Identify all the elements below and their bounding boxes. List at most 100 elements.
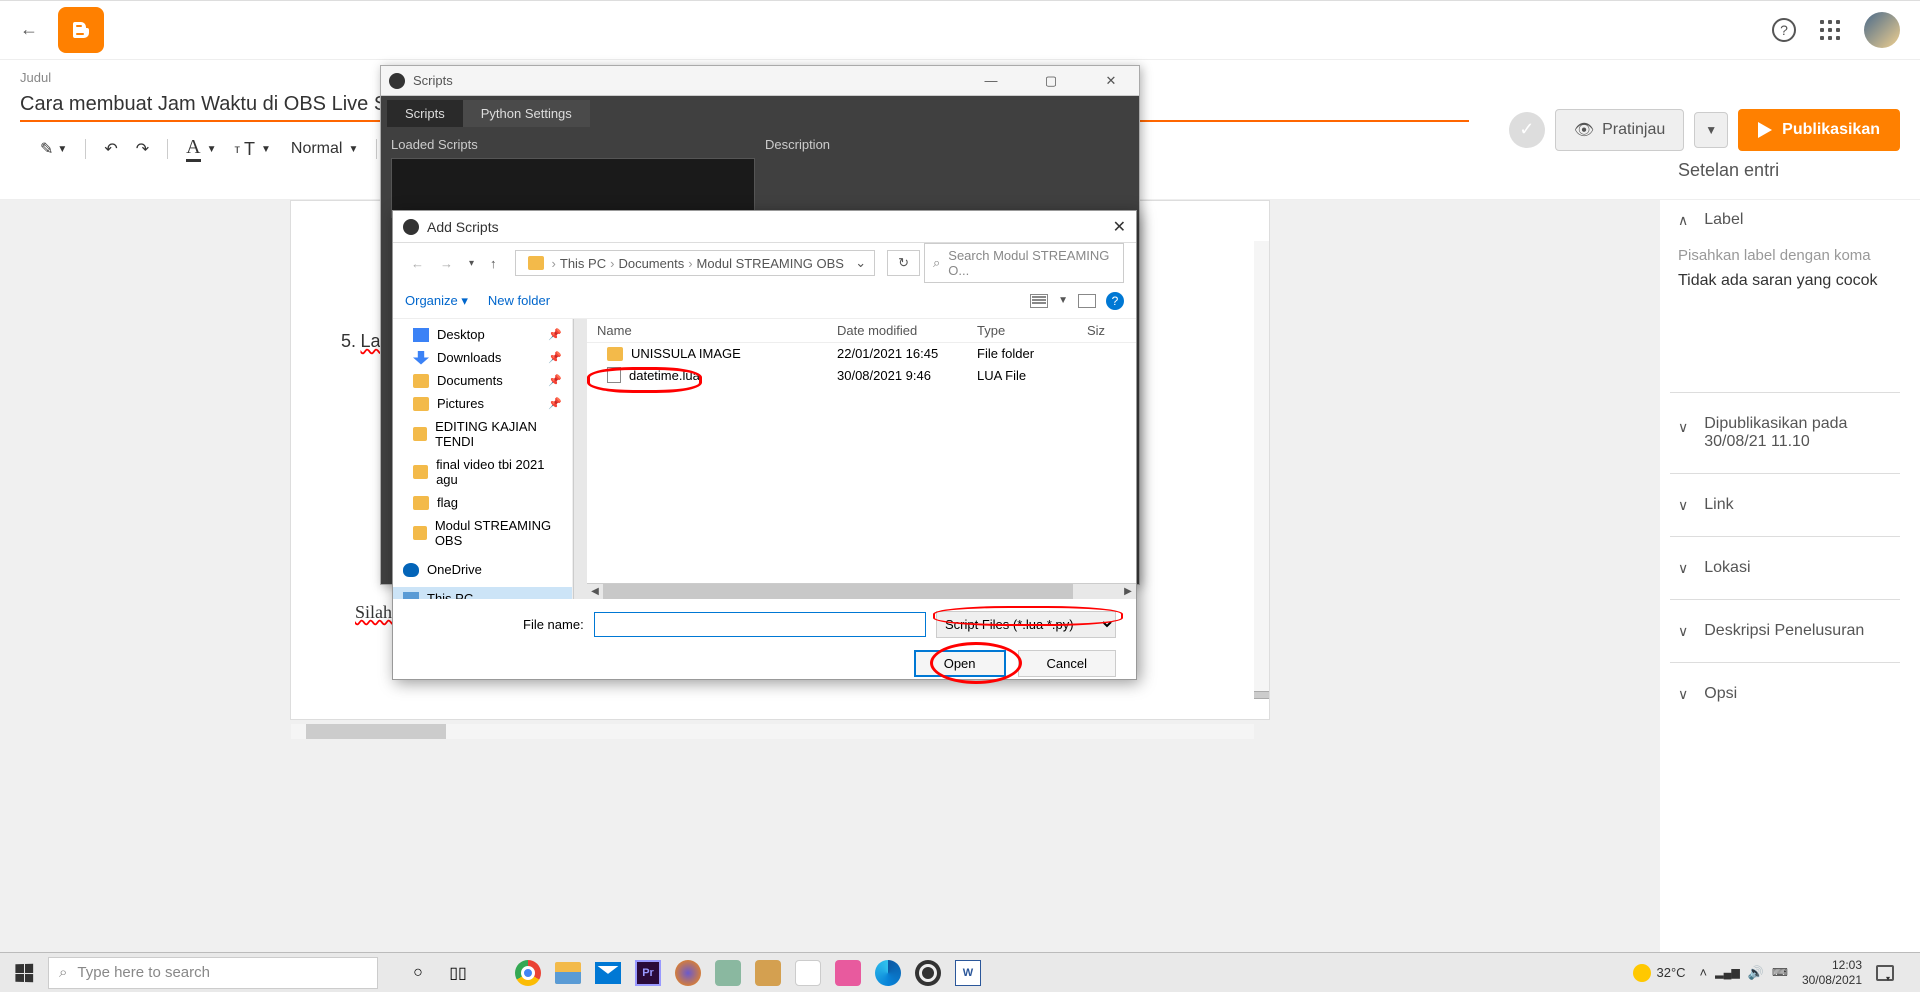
cortana-icon[interactable]: ○ [402,957,434,989]
blogger-logo[interactable] [58,7,104,53]
taskbar-premiere-icon[interactable]: Pr [632,957,664,989]
sidebar-scrollbar[interactable] [573,319,587,599]
tray-volume-icon[interactable]: 🔊 [1748,965,1764,981]
tray-lang[interactable]: ⌨ [1772,966,1788,979]
location-section[interactable]: ∨Lokasi [1670,545,1900,591]
sidebar-documents[interactable]: Documents📌 [393,369,572,392]
search-folder-input[interactable]: ⌕ Search Modul STREAMING O... [924,243,1124,283]
app-header: ← ? [0,0,1920,60]
taskbar-app-icon[interactable] [712,957,744,989]
dialog-sidebar[interactable]: Desktop📌 Downloads📌 Documents📌 Pictures📌… [393,319,573,599]
publish-button[interactable]: Publikasikan [1738,109,1900,151]
editor-hscroll[interactable] [291,724,1254,739]
paragraph-format[interactable]: Normal ▼ [289,138,358,160]
taskbar-firefox-icon[interactable] [672,957,704,989]
breadcrumb-dropdown[interactable]: ⌄ [855,255,866,271]
dialog-close-button[interactable]: ✕ [1113,217,1126,237]
redo-button[interactable]: ↷ [136,139,149,159]
preview-dropdown[interactable]: ▼ [1694,112,1728,148]
refresh-button[interactable]: ↻ [887,250,920,276]
font-size-tool[interactable]: тT▼ [234,139,270,160]
file-list-header[interactable]: Name Date modified Type Siz [587,319,1136,343]
help-button[interactable]: ? [1106,292,1124,310]
add-scripts-dialog: Add Scripts ✕ ← → ▾ ↑ › This PC › Docume… [392,210,1137,680]
maximize-button[interactable]: ▢ [1031,73,1071,89]
apps-icon[interactable] [1820,20,1840,40]
taskbar-edge-icon[interactable] [872,957,904,989]
nav-forward[interactable]: → [434,252,459,275]
settings-title: Setelan entri [1670,160,1900,181]
link-section[interactable]: ∨Link [1670,482,1900,528]
taskbar-obs-icon[interactable] [912,957,944,989]
taskbar-search[interactable]: ⌕ Type here to search [48,957,378,989]
dialog-toolbar: Organize ▾ New folder ▼ ? [393,283,1136,319]
tray-chevron-icon[interactable]: ˄ [1700,965,1708,980]
breadcrumb[interactable]: › This PC › Documents › Modul STREAMING … [515,250,876,276]
view-mode-button[interactable] [1030,294,1048,308]
taskbar-clock[interactable]: 12:03 30/08/2021 [1802,958,1862,987]
new-folder-button[interactable]: New folder [488,293,550,308]
sidebar-folder-2[interactable]: final video tbi 2021 agu [393,453,572,491]
minimize-button[interactable]: — [971,73,1011,89]
obs-titlebar[interactable]: Scripts — ▢ ✕ [381,66,1139,96]
preview-pane-button[interactable] [1078,294,1096,308]
notifications-icon[interactable]: ▾ [1876,965,1894,981]
taskbar-weather[interactable]: 32°C [1633,964,1686,982]
options-section[interactable]: ∨Opsi [1670,671,1900,717]
filename-input[interactable] [594,612,926,637]
labels-nosuggestion: Tidak ada saran yang cocok [1670,268,1900,294]
sidebar-desktop[interactable]: Desktop📌 [393,323,572,346]
published-section[interactable]: ∨ Dipublikasikan pada 30/08/21 11.10 [1670,401,1900,465]
sidebar-pictures[interactable]: Pictures📌 [393,392,572,415]
organize-button[interactable]: Organize ▾ [405,293,468,309]
back-button[interactable]: ← [20,19,38,40]
nav-back[interactable]: ← [405,252,430,275]
sun-icon [1633,964,1651,982]
taskbar-app-icon[interactable] [752,957,784,989]
dialog-titlebar[interactable]: Add Scripts ✕ [393,211,1136,243]
nav-recent[interactable]: ▾ [463,254,480,273]
taskbar-explorer-icon[interactable] [552,957,584,989]
pen-tool[interactable]: ✎ ▼ [40,139,67,159]
tray-network-icon[interactable]: ▂▄▆ [1715,966,1740,979]
close-button[interactable]: ✕ [1091,73,1131,89]
start-button[interactable] [0,953,48,993]
sidebar-thispc[interactable]: This PC [393,587,572,599]
tab-scripts[interactable]: Scripts [387,100,463,127]
taskbar-app-icon[interactable] [792,957,824,989]
file-row[interactable]: UNISSULA IMAGE 22/01/2021 16:45 File fol… [587,343,1136,364]
sidebar-folder-4[interactable]: Modul STREAMING OBS [393,514,572,552]
sidebar-folder-1[interactable]: EDITING KAJIAN TENDI [393,415,572,453]
loaded-scripts-list[interactable] [391,158,755,218]
sidebar-folder-3[interactable]: flag [393,491,572,514]
labels-section[interactable]: ∧Label [1670,197,1900,243]
taskview-icon[interactable]: ▯▯ [442,957,474,989]
searchdesc-section[interactable]: ∨Deskripsi Penelusuran [1670,608,1900,654]
taskbar-app-icon[interactable] [832,957,864,989]
tab-python-settings[interactable]: Python Settings [463,100,590,127]
labels-hint: Pisahkan label dengan koma [1670,243,1900,268]
taskbar-chrome-icon[interactable] [512,957,544,989]
loaded-scripts-label: Loaded Scripts [391,137,755,152]
help-icon[interactable]: ? [1772,18,1796,42]
dialog-bottom: File name: Script Files (*.lua *.py) Ope… [393,599,1136,689]
taskbar: ⌕ Type here to search ○ ▯▯ Pr W 32°C ˄ ▂… [0,952,1920,992]
system-tray[interactable]: ˄ ▂▄▆ 🔊 ⌨ [1700,965,1788,981]
folder-icon [607,347,623,361]
filelist-hscroll[interactable]: ◀ ▶ [587,583,1136,599]
taskbar-word-icon[interactable]: W [952,957,984,989]
sidebar-onedrive[interactable]: OneDrive [393,558,572,581]
cancel-button[interactable]: Cancel [1018,650,1116,677]
obs-icon [403,219,419,235]
preview-button[interactable]: 👁 Pratinjau [1555,109,1684,151]
save-status-icon: ✓ [1509,112,1545,148]
annotation-circle [933,606,1123,626]
file-list[interactable]: Name Date modified Type Siz UNISSULA IMA… [587,319,1136,599]
undo-button[interactable]: ↶ [104,139,117,159]
nav-up[interactable]: ↑ [484,252,503,275]
sidebar-downloads[interactable]: Downloads📌 [393,346,572,369]
font-tool[interactable]: A▼ [186,136,216,162]
taskbar-mail-icon[interactable] [592,957,624,989]
avatar[interactable] [1864,12,1900,48]
editor-vscroll[interactable] [1254,241,1269,699]
